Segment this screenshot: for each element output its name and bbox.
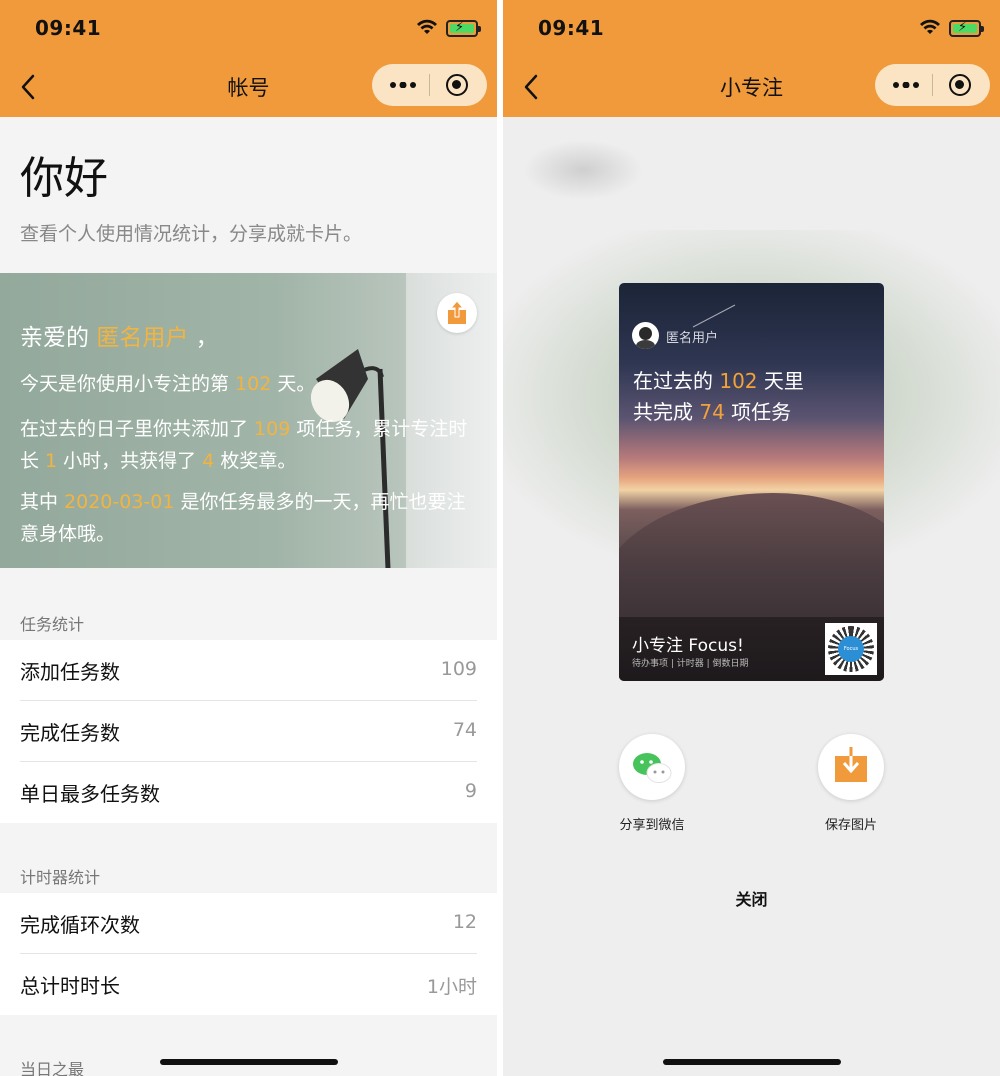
list-item: 单日最多任务数 9 — [20, 780, 477, 806]
timer-stats-title: 计时器统计 — [20, 868, 101, 887]
qr-logo: Focus — [838, 636, 864, 662]
greeting-heading: 你好 — [20, 153, 108, 204]
daily-best-title: 当日之最 — [20, 1060, 85, 1076]
nav-bar: 09:41 ⚡ 帐号 — [0, 0, 497, 117]
poster-app-name: 小专注 Focus! — [632, 636, 744, 656]
banner-tasks-line: 在过去的日子里你共添加了 109 项任务，累计专注时长 1 小时，共获得了 4 … — [20, 418, 468, 472]
poster-user-name: 匿名用户 — [666, 331, 719, 346]
battery-icon: ⚡ — [949, 20, 984, 37]
list-item: 总计时时长 1小时 — [20, 974, 477, 998]
share-card-screen: 09:41 ⚡ 小专注 匿名用户 在过去的 102 天里 共完成 74 项任务 … — [503, 0, 1000, 1076]
wifi-icon — [417, 19, 437, 34]
qr-code: Focus — [825, 623, 877, 675]
list-item: 完成循环次数 12 — [0, 893, 497, 954]
blurred-background — [523, 140, 643, 200]
timer-stats-card: 完成循环次数 12 总计时时长 1小时 — [0, 893, 497, 1015]
poster-days-line: 在过去的 102 天里 — [633, 369, 804, 393]
avatar — [632, 322, 659, 349]
wifi-icon — [920, 19, 940, 34]
account-screen: 09:41 ⚡ 帐号 你好 查看个人使用情况统计，分享成就卡片。 亲爱的 匿名用… — [0, 0, 497, 1076]
share-wechat-button[interactable] — [619, 734, 685, 800]
more-dots-icon[interactable] — [390, 82, 416, 88]
capsule-divider — [932, 74, 933, 96]
list-item: 完成任务数 74 — [0, 701, 497, 762]
task-stats-card: 添加任务数 109 完成任务数 74 单日最多任务数 9 — [0, 640, 497, 823]
mini-program-capsule — [372, 64, 487, 106]
poster-tags: 待办事项 | 计时器 | 倒数日期 — [632, 659, 749, 669]
nav-bar: 09:41 ⚡ 小专注 — [503, 0, 1000, 117]
home-indicator — [663, 1059, 841, 1065]
subtitle: 查看个人使用情况统计，分享成就卡片。 — [20, 223, 363, 245]
battery-icon: ⚡ — [446, 20, 481, 37]
target-icon[interactable] — [949, 74, 971, 96]
share-wechat-label[interactable]: 分享到微信 — [592, 814, 712, 833]
banner-days-line: 今天是你使用小专注的第 102 天。 — [20, 373, 316, 395]
capsule-divider — [429, 74, 430, 96]
more-dots-icon[interactable] — [893, 82, 919, 88]
banner-busiest-line: 其中 2020-03-01 是你任务最多的一天，再忙也要注意身体哦。 — [20, 491, 466, 545]
list-item: 添加任务数 109 — [0, 640, 497, 701]
target-icon[interactable] — [446, 74, 468, 96]
home-indicator — [160, 1059, 338, 1065]
user-name: 匿名用户 — [96, 325, 189, 351]
task-stats-title: 任务统计 — [20, 615, 85, 634]
close-button[interactable]: 关闭 — [503, 886, 1000, 910]
save-image-label[interactable]: 保存图片 — [791, 814, 911, 833]
achievement-poster: 匿名用户 在过去的 102 天里 共完成 74 项任务 小专注 Focus! 待… — [619, 283, 884, 681]
download-icon — [835, 747, 867, 782]
banner-greeting: 亲爱的 匿名用户 ， — [20, 325, 219, 351]
save-image-button[interactable] — [818, 734, 884, 800]
mini-program-capsule — [875, 64, 990, 106]
status-time: 09:41 — [35, 16, 102, 40]
wechat-icon — [633, 753, 672, 783]
poster-tasks-line: 共完成 74 项任务 — [633, 400, 792, 424]
status-time: 09:41 — [538, 16, 605, 40]
